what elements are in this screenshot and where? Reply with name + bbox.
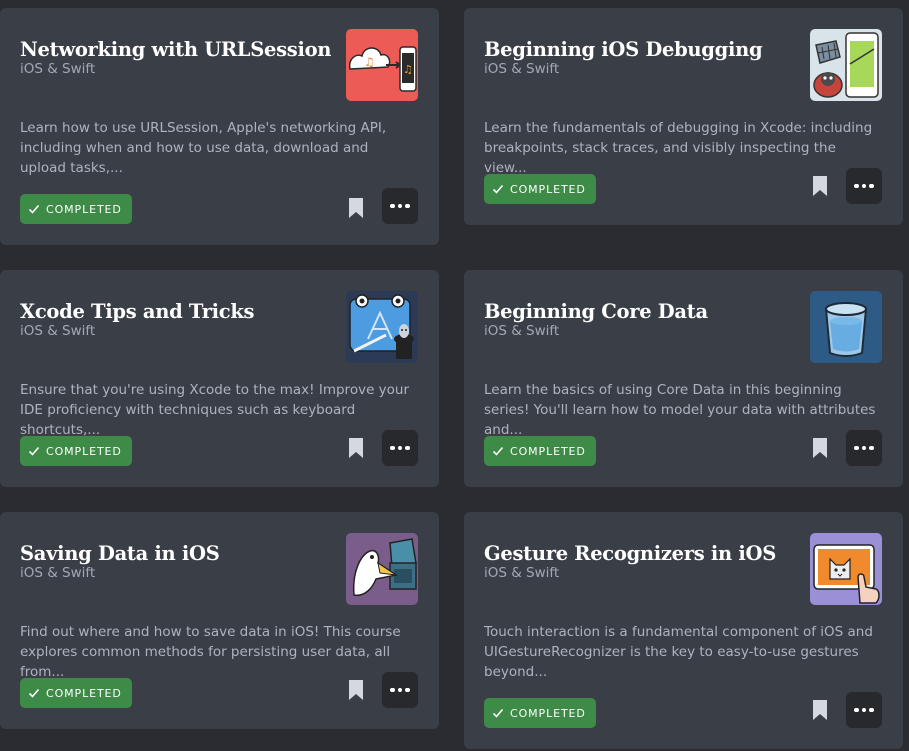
bookmark-icon[interactable] <box>812 437 828 459</box>
completed-badge: COMPLETED <box>484 436 596 466</box>
course-title[interactable]: Networking with URLSession <box>20 38 331 61</box>
course-card[interactable]: Gesture Recognizers in iOS iOS & Swift T… <box>464 512 903 749</box>
more-options-button[interactable] <box>846 692 882 728</box>
course-title[interactable]: Xcode Tips and Tricks <box>20 300 255 323</box>
course-category: iOS & Swift <box>20 565 96 581</box>
course-category: iOS & Swift <box>484 565 560 581</box>
badge-label: COMPLETED <box>46 444 122 458</box>
course-card[interactable]: Beginning Core Data iOS & Swift Learn th… <box>464 270 903 487</box>
course-description: Learn the basics of using Core Data in t… <box>484 382 876 438</box>
more-options-button[interactable] <box>846 430 882 466</box>
completed-badge: COMPLETED <box>484 174 596 204</box>
bookmark-icon[interactable] <box>812 699 828 721</box>
cloud-music-icon: ♫ ♫ <box>346 29 418 101</box>
course-category: iOS & Swift <box>20 61 96 77</box>
bookmark-icon[interactable] <box>348 679 364 701</box>
course-card[interactable]: Networking with URLSession iOS & Swift ♫… <box>0 8 439 245</box>
checkmark-icon <box>492 446 504 456</box>
more-options-button[interactable] <box>382 188 418 224</box>
bookmark-icon[interactable] <box>348 437 364 459</box>
badge-label: COMPLETED <box>510 706 586 720</box>
bug-phone-icon <box>810 29 882 101</box>
course-title[interactable]: Beginning Core Data <box>484 300 708 323</box>
course-category: iOS & Swift <box>484 61 560 77</box>
checkmark-icon <box>28 688 40 698</box>
course-title[interactable]: Beginning iOS Debugging <box>484 38 763 61</box>
database-bucket-icon <box>810 291 882 363</box>
completed-badge: COMPLETED <box>484 698 596 728</box>
completed-badge: COMPLETED <box>20 436 132 466</box>
course-description: Ensure that you're using Xcode to the ma… <box>20 382 410 438</box>
checkmark-icon <box>28 446 40 456</box>
bookmark-icon[interactable] <box>348 197 364 219</box>
course-card[interactable]: Beginning iOS Debugging iOS & Swift Lear… <box>464 8 903 225</box>
course-category: iOS & Swift <box>20 323 96 339</box>
svg-text:♫: ♫ <box>364 55 375 69</box>
course-card[interactable]: Saving Data in iOS iOS & Swift Find out … <box>0 512 439 729</box>
pelican-briefcase-icon <box>346 533 418 605</box>
cat-tablet-icon <box>810 533 882 605</box>
svg-text:♫: ♫ <box>403 63 413 76</box>
course-card[interactable]: Xcode Tips and Tricks iOS & Swift Ensure… <box>0 270 439 487</box>
badge-label: COMPLETED <box>510 182 586 196</box>
xcode-magic-hat-icon <box>346 291 418 363</box>
badge-label: COMPLETED <box>46 686 122 700</box>
course-title[interactable]: Saving Data in iOS <box>20 542 220 565</box>
checkmark-icon <box>28 204 40 214</box>
more-options-button[interactable] <box>382 672 418 708</box>
bookmark-icon[interactable] <box>812 175 828 197</box>
more-options-button[interactable] <box>382 430 418 466</box>
checkmark-icon <box>492 708 504 718</box>
badge-label: COMPLETED <box>510 444 586 458</box>
checkmark-icon <box>492 184 504 194</box>
course-description: Learn how to use URLSession, Apple's net… <box>20 120 387 176</box>
course-description: Touch interaction is a fundamental compo… <box>484 624 873 680</box>
course-title[interactable]: Gesture Recognizers in iOS <box>484 542 776 565</box>
completed-badge: COMPLETED <box>20 194 132 224</box>
completed-badge: COMPLETED <box>20 678 132 708</box>
course-description: Find out where and how to save data in i… <box>20 624 401 680</box>
course-description: Learn the fundamentals of debugging in X… <box>484 120 873 176</box>
more-options-button[interactable] <box>846 168 882 204</box>
course-category: iOS & Swift <box>484 323 560 339</box>
badge-label: COMPLETED <box>46 202 122 216</box>
